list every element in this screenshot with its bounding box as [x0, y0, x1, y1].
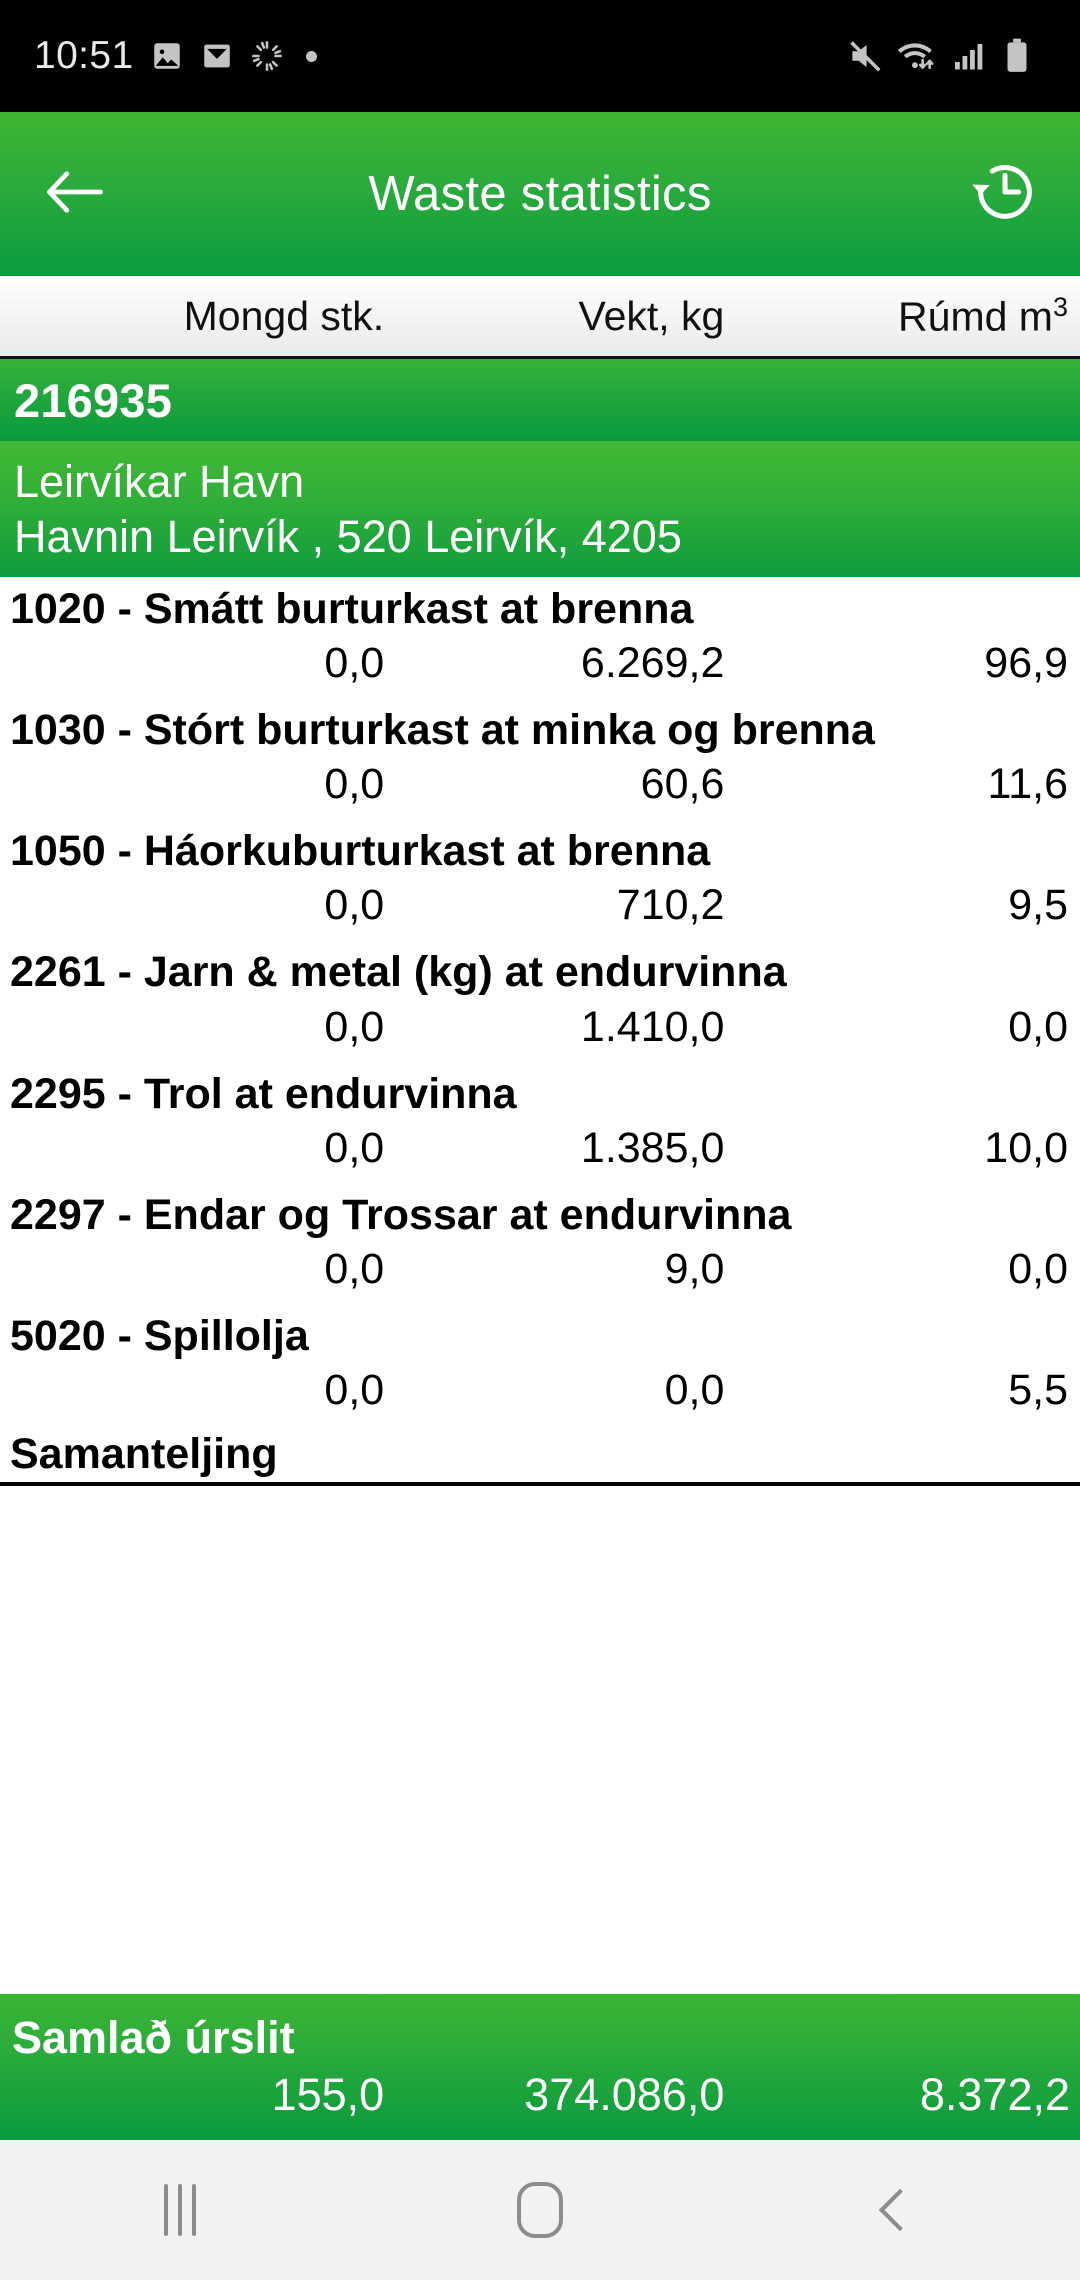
loading-spinner-icon — [250, 39, 284, 73]
table-row[interactable]: 1050 - Háorkuburturkast at brenna 0,0 710,… — [0, 819, 1080, 940]
grand-total-weight: 374.086,0 — [524, 2068, 725, 2120]
grand-total-block: Samlað úrslit 155,0 374.086,0 8.372,2 — [0, 1994, 1080, 2140]
row-value-weight: 1.385,0 — [580, 1123, 725, 1172]
home-icon — [517, 2182, 563, 2238]
waste-type-label: 2261 - Jarn & metal (kg) at endurvinna — [10, 948, 787, 997]
column-header-weight: Vekt, kg — [578, 292, 725, 339]
app-bar: Waste statistics — [0, 112, 1080, 276]
nav-recents-button[interactable] — [90, 2140, 270, 2280]
waste-type-label: 1050 - Háorkuburturkast at brenna — [10, 827, 711, 876]
waste-type-label: 5020 - Spillolja — [10, 1311, 309, 1360]
record-location-block[interactable]: Leirvíkar Havn Havnin Leirvík , 520 Leir… — [0, 441, 1080, 577]
record-id: 216935 — [14, 373, 173, 427]
column-header-volume-exponent: 3 — [1052, 291, 1068, 322]
waste-row-values: 0,0 1.410,0 0,0 — [0, 1003, 1080, 1062]
row-value-amount: 0,0 — [324, 1123, 385, 1172]
column-header-volume: Rúmd m3 — [734, 292, 1080, 341]
waste-row-values: 0,0 60,6 11,6 — [0, 760, 1080, 819]
row-value-amount: 0,0 — [324, 760, 385, 809]
column-header-volume-label: Rúmd m — [898, 293, 1053, 340]
row-value-volume: 9,5 — [1008, 881, 1068, 930]
row-value-volume: 11,6 — [987, 760, 1069, 809]
mute-icon — [846, 37, 884, 75]
row-value-volume: 0,0 — [1008, 1244, 1068, 1293]
wifi-icon — [898, 37, 938, 75]
back-button[interactable] — [0, 164, 150, 225]
nav-home-button[interactable] — [450, 2140, 630, 2280]
image-icon — [150, 39, 184, 73]
row-value-volume: 0,0 — [1008, 1002, 1068, 1051]
history-button[interactable] — [930, 153, 1080, 236]
record-address: Havnin Leirvík , 520 Leirvík, 4205 — [14, 511, 682, 562]
phone-screen: 10:51 Waste statistics Mongd stk. Vekt, … — [0, 0, 1080, 2280]
waste-rows-list: 1020 - Smátt burturkast at brenna 0,0 6.26… — [0, 577, 1080, 1994]
table-row[interactable]: 2295 - Trol at endurvinna 0,0 1.385,0 10,0 — [0, 1062, 1080, 1183]
waste-row-values: 0,0 9,0 0,0 — [0, 1245, 1080, 1304]
row-value-volume: 96,9 — [984, 639, 1068, 688]
waste-row-values: 0,0 1.385,0 10,0 — [0, 1124, 1080, 1183]
row-value-weight: 6.269,2 — [580, 639, 725, 688]
status-clock: 10:51 — [34, 34, 134, 77]
table-row[interactable]: 1020 - Smátt burturkast at brenna 0,0 6.26… — [0, 577, 1080, 698]
table-row[interactable]: 1030 - Stórt burturkast at minka og bren… — [0, 698, 1080, 819]
record-name: Leirvíkar Havn — [14, 455, 305, 507]
record-id-block[interactable]: 216935 — [0, 359, 1080, 441]
table-row[interactable]: 2261 - Jarn & metal (kg) at endurvinna 0,… — [0, 940, 1080, 1061]
row-value-weight: 710,2 — [616, 881, 725, 930]
nav-back-button[interactable] — [810, 2140, 990, 2280]
signal-icon — [952, 38, 988, 74]
waste-type-label: 1020 - Smátt burturkast at brenna — [10, 585, 694, 633]
row-value-amount: 0,0 — [324, 1244, 385, 1293]
page-title: Waste statistics — [368, 167, 712, 221]
recents-icon — [164, 2184, 196, 2236]
subtotal-label: Samanteljing — [0, 1425, 1080, 1487]
history-restore-icon — [966, 153, 1044, 236]
status-bar-left: 10:51 — [34, 34, 317, 78]
table-row[interactable]: 5020 - Spillolja 0,0 0,0 5,5 — [0, 1304, 1080, 1425]
status-bar-right — [846, 37, 1046, 75]
email-icon — [200, 39, 234, 73]
row-value-volume: 5,5 — [1008, 1366, 1068, 1415]
row-value-weight: 60,6 — [640, 760, 725, 809]
waste-row-values: 0,0 0,0 5,5 — [0, 1366, 1080, 1425]
grand-total-amount: 155,0 — [271, 2068, 385, 2120]
column-header-amount: Mongd stk. — [183, 292, 385, 339]
row-value-amount: 0,0 — [324, 881, 385, 930]
waste-type-label: 2297 - Endar og Trossar at endurvinna — [10, 1190, 792, 1239]
row-value-volume: 10,0 — [984, 1123, 1068, 1172]
row-value-weight: 0,0 — [664, 1366, 725, 1415]
row-value-amount: 0,0 — [324, 1002, 385, 1051]
waste-row-values: 0,0 6.269,2 96,9 — [0, 639, 1080, 698]
status-bar: 10:51 — [0, 0, 1080, 112]
grand-total-label: Samlað úrslit — [12, 2012, 295, 2064]
table-row[interactable]: 2297 - Endar og Trossar at endurvinna 0,0… — [0, 1183, 1080, 1304]
row-value-weight: 1.410,0 — [580, 1002, 725, 1051]
waste-type-label: 1030 - Stórt burturkast at minka og bren… — [10, 706, 875, 755]
dot-icon — [305, 50, 317, 62]
table-column-header: Mongd stk. Vekt, kg Rúmd m3 — [0, 276, 1080, 359]
grand-total-values: 155,0 374.086,0 8.372,2 — [0, 2069, 1080, 2121]
row-value-weight: 9,0 — [664, 1244, 725, 1293]
android-nav-bar — [0, 2140, 1080, 2280]
row-value-amount: 0,0 — [324, 639, 385, 688]
waste-type-label: 2295 - Trol at endurvinna — [10, 1069, 517, 1118]
nav-back-icon — [878, 2188, 922, 2232]
back-arrow-icon — [44, 164, 106, 225]
waste-row-values: 0,0 710,2 9,5 — [0, 881, 1080, 940]
grand-total-volume: 8.372,2 — [919, 2068, 1070, 2120]
row-value-amount: 0,0 — [324, 1366, 385, 1415]
battery-icon — [1002, 37, 1032, 75]
